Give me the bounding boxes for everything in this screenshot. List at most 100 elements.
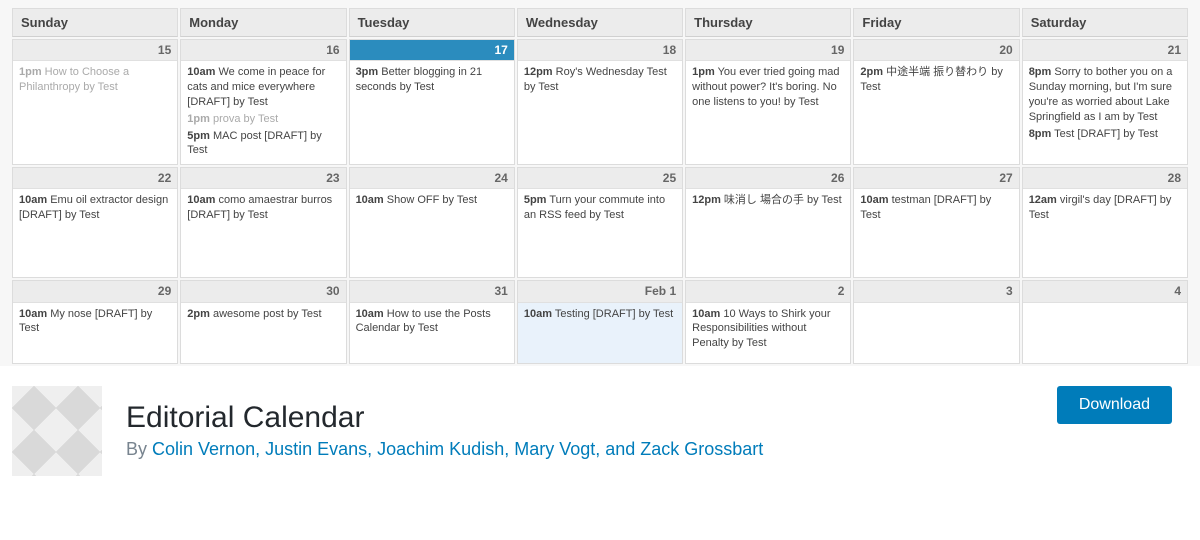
post-time: 12am <box>1029 194 1057 206</box>
post-entry[interactable]: 1pm You ever tried going mad without pow… <box>692 65 844 110</box>
post-entry[interactable]: 10am How to use the Posts Calendar by Te… <box>356 307 508 337</box>
calendar-cell[interactable]: 2910am My nose [DRAFT] by Test <box>12 280 178 363</box>
post-entry[interactable]: 10am testman [DRAFT] by Test <box>860 193 1012 223</box>
day-header-saturday: Saturday <box>1022 8 1188 37</box>
post-title: prova by Test <box>210 113 278 125</box>
post-time: 8pm <box>1029 66 1052 78</box>
plugin-authors-link[interactable]: Colin Vernon, Justin Evans, Joachim Kudi… <box>152 439 763 459</box>
calendar-cell[interactable]: 22 10am Emu oil extractor design [DRAFT] … <box>12 167 178 278</box>
post-entry[interactable]: 8pm Test [DRAFT] by Test <box>1029 127 1181 142</box>
calendar-cell[interactable]: 30 2pm awesome post by Test <box>180 280 346 363</box>
post-entry[interactable]: 10am Show OFF by Test <box>356 193 508 208</box>
post-time: 5pm <box>524 194 547 206</box>
byline-prefix: By <box>126 439 152 459</box>
calendar-cell[interactable]: 15 1pm How to Choose a Philanthropy by Te… <box>12 39 178 165</box>
post-time: 10am <box>692 308 720 320</box>
calendar-cell[interactable]: 191pm You ever tried going mad without p… <box>685 39 851 165</box>
calendar-cell[interactable]: 3110am How to use the Posts Calendar by … <box>349 280 515 363</box>
post-time: 10am <box>860 194 888 206</box>
post-entry[interactable]: 10am We come in peace for cats and mice … <box>187 65 339 110</box>
post-time: 12pm <box>692 194 721 206</box>
calendar-cell[interactable]: 255pm Turn your commute into an RSS feed… <box>517 167 683 278</box>
calendar-cell[interactable]: 2410am Show OFF by Test <box>349 167 515 278</box>
posts-list: 10am How to use the Posts Calendar by Te… <box>350 303 514 363</box>
posts-list: 1pm You ever tried going mad without pow… <box>686 61 850 156</box>
calendar-cell[interactable]: 2612pm 味消し 場合の手 by Test <box>685 167 851 278</box>
day-header-friday: Friday <box>853 8 1019 37</box>
date-bar: 15 <box>13 40 177 61</box>
date-bar: 22 <box>13 168 177 189</box>
post-entry[interactable]: 5pm MAC post [DRAFT] by Test <box>187 129 339 159</box>
date-bar: 27 <box>854 168 1018 189</box>
posts-list: 12am virgil's day [DRAFT] by Test <box>1023 189 1187 277</box>
post-time: 10am <box>19 194 47 206</box>
posts-list: 10am como amaestrar burros [DRAFT] by Te… <box>181 189 345 277</box>
post-title: awesome post by Test <box>210 308 322 320</box>
calendar-cell[interactable]: 2 10am 10 Ways to Shirk your Responsibili… <box>685 280 851 363</box>
date-bar: 21 <box>1023 40 1187 61</box>
post-entry[interactable]: 10am Testing [DRAFT] by Test <box>524 307 676 322</box>
posts-list: 2pm awesome post by Test <box>181 303 345 363</box>
calendar-cell[interactable]: 17 3pm Better blogging in 21 seconds by T… <box>349 39 515 165</box>
calendar-cell[interactable]: 4 <box>1022 280 1188 363</box>
date-bar: 2 <box>686 281 850 302</box>
calendar-cell[interactable]: 28 12am virgil's day [DRAFT] by Test <box>1022 167 1188 278</box>
post-title: Show OFF by Test <box>384 194 477 206</box>
calendar-cell[interactable]: 21 8pm Sorry to bother you on a Sunday mo… <box>1022 39 1188 165</box>
post-time: 1pm <box>692 66 715 78</box>
date-bar: 17 <box>350 40 514 61</box>
posts-list: 10am We come in peace for cats and mice … <box>181 61 345 164</box>
posts-list: 5pm Turn your commute into an RSS feed b… <box>518 189 682 277</box>
post-entry[interactable]: 2pm awesome post by Test <box>187 307 339 322</box>
date-bar: 18 <box>518 40 682 61</box>
post-entry[interactable]: 1pm How to Choose a Philanthropy by Test <box>19 65 171 95</box>
post-entry[interactable]: 2pm 中途半端 振り替わり by Test <box>860 65 1012 95</box>
plugin-text: Editorial Calendar By Colin Vernon, Just… <box>126 401 1057 460</box>
date-bar: 30 <box>181 281 345 302</box>
post-title: 味消し 場合の手 by Test <box>721 194 842 206</box>
post-entry[interactable]: 3pm Better blogging in 21 seconds by Tes… <box>356 65 508 95</box>
post-time: 10am <box>187 66 215 78</box>
calendar-cell[interactable]: 20 2pm 中途半端 振り替わり by Test <box>853 39 1019 165</box>
calendar-cell[interactable]: Feb 1 10am Testing [DRAFT] by Test <box>517 280 683 363</box>
post-entry[interactable]: 10am como amaestrar burros [DRAFT] by Te… <box>187 193 339 223</box>
download-button[interactable]: Download <box>1057 386 1172 424</box>
date-bar: 3 <box>854 281 1018 302</box>
post-entry[interactable]: 12pm 味消し 場合の手 by Test <box>692 193 844 208</box>
posts-list <box>854 303 1018 363</box>
date-bar: 20 <box>854 40 1018 61</box>
post-time: 1pm <box>187 113 210 125</box>
calendar-cell[interactable]: 3 <box>853 280 1019 363</box>
post-time: 1pm <box>19 66 42 78</box>
post-entry[interactable]: 1pm prova by Test <box>187 112 339 127</box>
posts-list: 8pm Sorry to bother you on a Sunday morn… <box>1023 61 1187 156</box>
posts-list: 2pm 中途半端 振り替わり by Test <box>854 61 1018 156</box>
day-header-thursday: Thursday <box>685 8 851 37</box>
post-entry[interactable]: 10am Emu oil extractor design [DRAFT] by… <box>19 193 171 223</box>
date-bar: 16 <box>181 40 345 61</box>
calendar-cell[interactable]: 16 10am We come in peace for cats and mic… <box>180 39 346 165</box>
post-entry[interactable]: 12am virgil's day [DRAFT] by Test <box>1029 193 1181 223</box>
date-bar: Feb 1 <box>518 281 682 302</box>
post-time: 5pm <box>187 130 210 142</box>
plugin-icon <box>12 386 102 476</box>
posts-list: 3pm Better blogging in 21 seconds by Tes… <box>350 61 514 156</box>
date-bar: 28 <box>1023 168 1187 189</box>
post-time: 10am <box>356 308 384 320</box>
posts-list: 10am Emu oil extractor design [DRAFT] by… <box>13 189 177 277</box>
calendar-grid: SundayMondayTuesdayWednesdayThursdayFrid… <box>10 6 1190 366</box>
post-entry[interactable]: 8pm Sorry to bother you on a Sunday morn… <box>1029 65 1181 124</box>
calendar-cell[interactable]: 18 12pm Roy's Wednesday Test by Test <box>517 39 683 165</box>
post-title: Sorry to bother you on a Sunday morning,… <box>1029 66 1173 123</box>
plugin-title: Editorial Calendar <box>126 401 1057 435</box>
calendar-cell[interactable]: 27 10am testman [DRAFT] by Test <box>853 167 1019 278</box>
post-time: 10am <box>187 194 215 206</box>
post-entry[interactable]: 12pm Roy's Wednesday Test by Test <box>524 65 676 95</box>
date-bar: 23 <box>181 168 345 189</box>
calendar-cell[interactable]: 23 10am como amaestrar burros [DRAFT] by … <box>180 167 346 278</box>
posts-list: 10am Show OFF by Test <box>350 189 514 277</box>
day-header-sunday: Sunday <box>12 8 178 37</box>
post-entry[interactable]: 10am My nose [DRAFT] by Test <box>19 307 171 337</box>
post-entry[interactable]: 5pm Turn your commute into an RSS feed b… <box>524 193 676 223</box>
post-entry[interactable]: 10am 10 Ways to Shirk your Responsibilit… <box>692 307 844 352</box>
